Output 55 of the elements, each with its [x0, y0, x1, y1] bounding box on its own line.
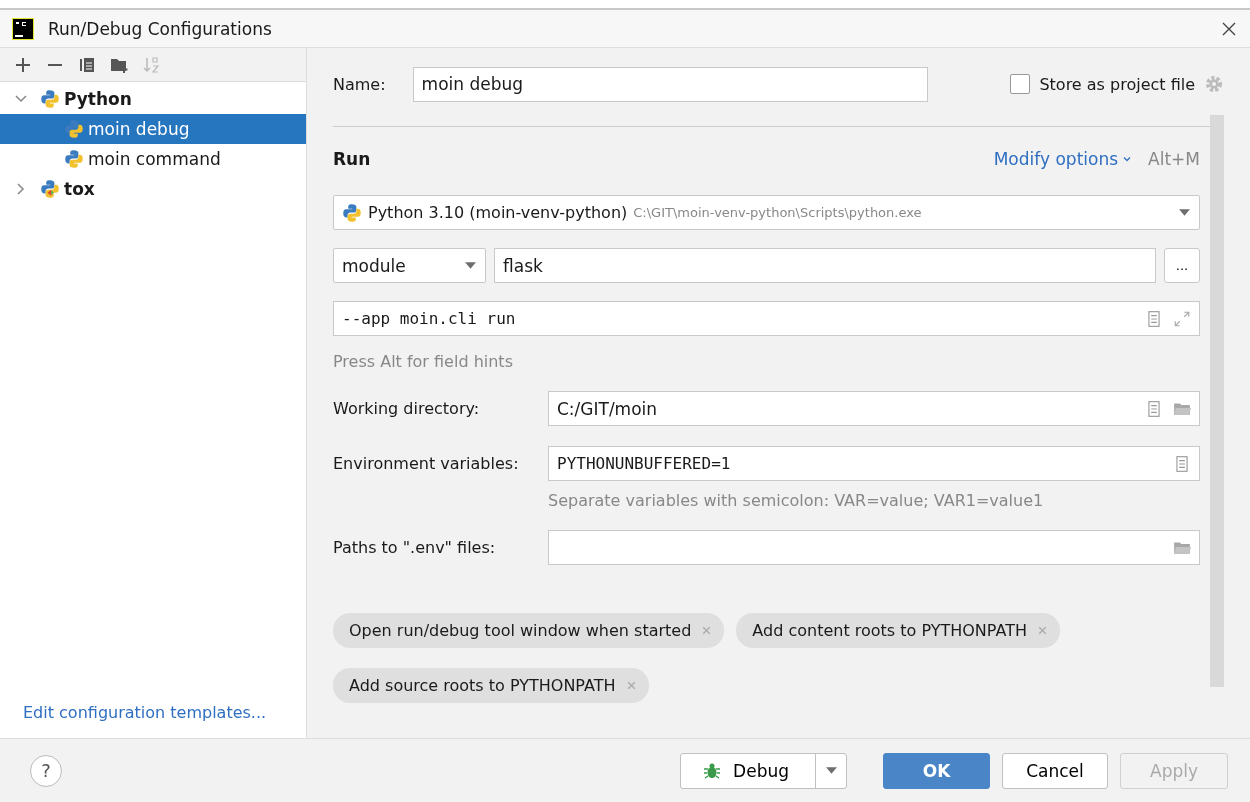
target-field[interactable]: flask	[494, 248, 1156, 283]
scrollbar[interactable]	[1210, 115, 1224, 687]
python-logo-icon	[64, 149, 84, 169]
modify-options-link[interactable]: Modify options	[993, 149, 1133, 169]
dropdown-arrow-icon	[1178, 208, 1191, 217]
ok-button[interactable]: OK	[883, 752, 990, 789]
python-logo-icon	[40, 89, 60, 109]
option-tag[interactable]: Add content roots to PYTHONPATH	[736, 613, 1060, 648]
dropdown-arrow-icon	[464, 261, 477, 270]
window-title: Run/Debug Configurations	[48, 18, 273, 39]
working-directory-field[interactable]: C:/GIT/moin	[548, 391, 1200, 426]
tree-item[interactable]: Python	[0, 84, 306, 114]
cancel-button[interactable]: Cancel	[1002, 752, 1108, 789]
bug-icon	[703, 761, 722, 780]
app-logo-icon	[12, 17, 34, 40]
name-field[interactable]: moin debug	[412, 66, 928, 102]
python-tox-icon	[40, 179, 60, 199]
shortcut-hint: Alt+M	[1148, 149, 1200, 169]
expand-icon[interactable]	[1173, 309, 1191, 328]
tree-item[interactable]: moin debug	[0, 114, 306, 144]
copy-icon[interactable]	[78, 55, 96, 74]
field-hint: Press Alt for field hints	[333, 352, 514, 371]
help-button[interactable]: ?	[30, 754, 62, 787]
add-icon[interactable]	[14, 55, 32, 74]
document-icon[interactable]	[1145, 309, 1163, 328]
edit-templates-link[interactable]: Edit configuration templates...	[0, 703, 306, 738]
name-label: Name:	[333, 74, 386, 94]
tree-item[interactable]: tox	[0, 174, 306, 204]
chevron-down-icon	[1122, 154, 1133, 164]
sort-icon[interactable]	[142, 55, 160, 74]
env-files-field[interactable]	[548, 530, 1200, 565]
interpreter-dropdown[interactable]: Python 3.10 (moin-venv-python) C:\GIT\moin-venv-python\Scripts\python.exe	[333, 195, 1200, 230]
remove-icon[interactable]	[701, 625, 713, 636]
document-icon[interactable]	[1173, 454, 1191, 473]
environment-variables-label: Environment variables:	[333, 454, 520, 473]
store-as-project-label: Store as project file	[1039, 74, 1195, 94]
caret-icon	[824, 766, 838, 775]
parameters-field[interactable]: --app moin.cli run	[333, 301, 1200, 336]
browse-button[interactable]: ...	[1164, 248, 1200, 283]
option-tag[interactable]: Add source roots to PYTHONPATH	[333, 668, 649, 703]
checkbox[interactable]	[1010, 74, 1031, 94]
env-files-label: Paths to ".env" files:	[333, 538, 497, 557]
remove-icon[interactable]	[1036, 625, 1048, 636]
environment-hint: Separate variables with semicolon: VAR=value; VAR1=value1	[548, 491, 1045, 510]
remove-icon[interactable]	[625, 680, 637, 691]
section-title: Run	[333, 149, 372, 169]
working-directory-label: Working directory:	[333, 399, 481, 418]
option-tag[interactable]: Open run/debug tool window when started	[333, 613, 725, 648]
environment-variables-field[interactable]: PYTHONUNBUFFERED=1	[548, 446, 1200, 481]
settings-icon[interactable]	[1204, 74, 1224, 94]
python-logo-icon	[64, 119, 84, 139]
python-logo-icon	[342, 202, 362, 223]
tree-item[interactable]: moin command	[0, 144, 306, 174]
document-icon[interactable]	[1145, 399, 1163, 418]
target-type-dropdown[interactable]: module	[333, 248, 486, 283]
